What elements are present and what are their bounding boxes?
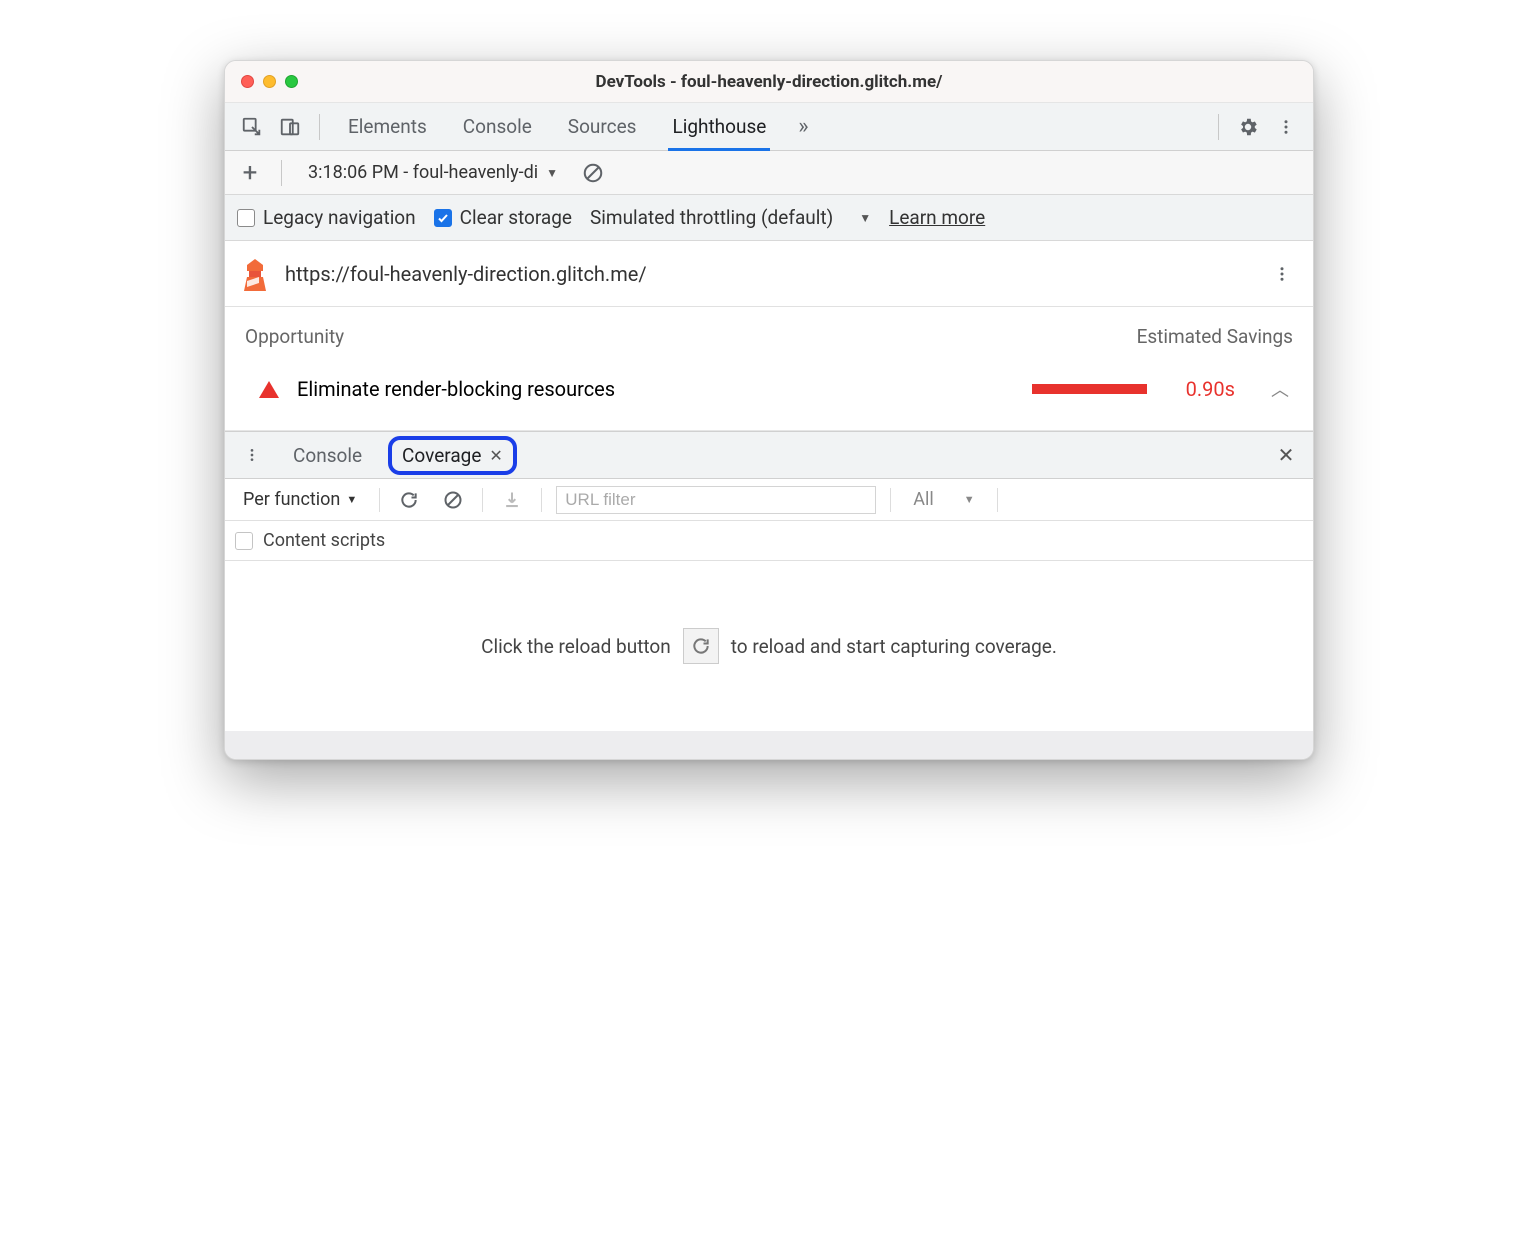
bottom-strip xyxy=(225,731,1313,759)
devtools-window: DevTools - foul-heavenly-direction.glitc… xyxy=(224,60,1314,760)
divider xyxy=(319,114,320,140)
tab-label: Elements xyxy=(348,115,427,138)
type-filter-label: All xyxy=(913,489,934,510)
reload-button[interactable] xyxy=(683,628,719,664)
maximize-window-button[interactable] xyxy=(285,75,298,88)
granularity-label: Per function xyxy=(243,489,340,510)
report-selector-label: 3:18:06 PM - foul-heavenly-di xyxy=(308,162,538,183)
minimize-window-button[interactable] xyxy=(263,75,276,88)
coverage-toolbar: Per function ▼ All ▼ xyxy=(225,479,1313,521)
clear-coverage-icon[interactable] xyxy=(438,485,468,515)
divider xyxy=(997,488,998,512)
throttling-selector[interactable]: Simulated throttling (default) ▼ xyxy=(590,206,871,229)
new-report-icon[interactable]: + xyxy=(235,158,265,188)
window-title: DevTools - foul-heavenly-direction.glitc… xyxy=(225,72,1313,92)
content-scripts-option[interactable]: Content scripts xyxy=(225,521,1313,561)
lighthouse-icon xyxy=(241,259,269,289)
close-tab-icon[interactable]: ✕ xyxy=(489,446,502,465)
main-tabs: Elements Console Sources Lighthouse » xyxy=(225,103,1313,151)
savings-col-label: Estimated Savings xyxy=(1137,325,1293,348)
savings-value: 0.90s xyxy=(1165,377,1235,401)
opportunity-label: Eliminate render-blocking resources xyxy=(297,377,615,401)
lighthouse-options: Legacy navigation Clear storage Simulate… xyxy=(225,195,1313,241)
report-selector[interactable]: 3:18:06 PM - foul-heavenly-di ▼ xyxy=(298,158,568,188)
clear-storage-option[interactable]: Clear storage xyxy=(434,206,572,229)
divider xyxy=(1218,114,1219,140)
export-icon[interactable] xyxy=(497,485,527,515)
tab-console[interactable]: Console xyxy=(449,103,546,150)
titlebar: DevTools - foul-heavenly-direction.glitc… xyxy=(225,61,1313,103)
kebab-menu-icon[interactable] xyxy=(1271,112,1301,142)
drawer-tab-console[interactable]: Console xyxy=(281,440,374,471)
option-label: Legacy navigation xyxy=(263,206,416,229)
tab-lighthouse[interactable]: Lighthouse xyxy=(658,103,780,150)
drawer-tab-label: Coverage xyxy=(402,444,481,467)
url-filter-input[interactable] xyxy=(556,486,876,514)
divider xyxy=(482,488,483,512)
savings-bar xyxy=(1032,384,1147,394)
drawer-menu-icon[interactable] xyxy=(237,440,267,470)
option-label: Simulated throttling (default) xyxy=(590,206,833,229)
lighthouse-toolbar: + 3:18:06 PM - foul-heavenly-di ▼ xyxy=(225,151,1313,195)
caret-down-icon: ▼ xyxy=(546,166,558,180)
report-menu-icon[interactable] xyxy=(1267,259,1297,289)
opportunity-col-label: Opportunity xyxy=(245,325,344,348)
reload-icon[interactable] xyxy=(394,485,424,515)
traffic-lights xyxy=(241,75,298,88)
close-window-button[interactable] xyxy=(241,75,254,88)
divider xyxy=(541,488,542,512)
more-tabs-icon[interactable]: » xyxy=(788,112,818,142)
caret-down-icon: ▼ xyxy=(859,211,871,225)
drawer-tab-label: Console xyxy=(293,444,362,467)
tab-label: Lighthouse xyxy=(672,115,766,138)
divider xyxy=(379,488,380,512)
tab-label: Sources xyxy=(568,115,637,138)
divider xyxy=(281,160,282,186)
tab-label: Console xyxy=(463,115,532,138)
checkbox-unchecked-icon[interactable] xyxy=(237,209,255,227)
tab-sources[interactable]: Sources xyxy=(554,103,651,150)
granularity-selector[interactable]: Per function ▼ xyxy=(235,489,365,510)
legacy-navigation-option[interactable]: Legacy navigation xyxy=(237,206,416,229)
type-filter-selector[interactable]: All ▼ xyxy=(905,489,982,510)
checkbox-checked-icon[interactable] xyxy=(434,209,452,227)
report-url: https://foul-heavenly-direction.glitch.m… xyxy=(285,262,647,286)
drawer-tab-coverage[interactable]: Coverage ✕ xyxy=(388,436,517,475)
drawer-tabs: Console Coverage ✕ ✕ xyxy=(225,431,1313,479)
option-label: Content scripts xyxy=(263,530,385,551)
hint-text-post: to reload and start capturing coverage. xyxy=(731,635,1057,658)
inspect-icon[interactable] xyxy=(237,112,267,142)
caret-down-icon: ▼ xyxy=(346,493,357,506)
warning-triangle-icon xyxy=(259,381,279,398)
opportunity-header: Opportunity Estimated Savings xyxy=(225,307,1313,358)
clear-icon[interactable] xyxy=(578,158,608,188)
tab-elements[interactable]: Elements xyxy=(334,103,441,150)
learn-more-link[interactable]: Learn more xyxy=(889,206,985,229)
chevron-up-icon[interactable]: ︿ xyxy=(1271,376,1289,402)
settings-icon[interactable] xyxy=(1233,112,1263,142)
opportunity-row[interactable]: Eliminate render-blocking resources 0.90… xyxy=(225,358,1313,431)
coverage-empty-hint: Click the reload button to reload and st… xyxy=(225,561,1313,731)
checkbox-unchecked-icon[interactable] xyxy=(235,532,253,550)
hint-text-pre: Click the reload button xyxy=(481,635,671,658)
caret-down-icon: ▼ xyxy=(964,493,975,506)
option-label: Clear storage xyxy=(460,206,572,229)
close-drawer-icon[interactable]: ✕ xyxy=(1271,440,1301,470)
divider xyxy=(890,488,891,512)
report-header: https://foul-heavenly-direction.glitch.m… xyxy=(225,241,1313,307)
device-toggle-icon[interactable] xyxy=(275,112,305,142)
